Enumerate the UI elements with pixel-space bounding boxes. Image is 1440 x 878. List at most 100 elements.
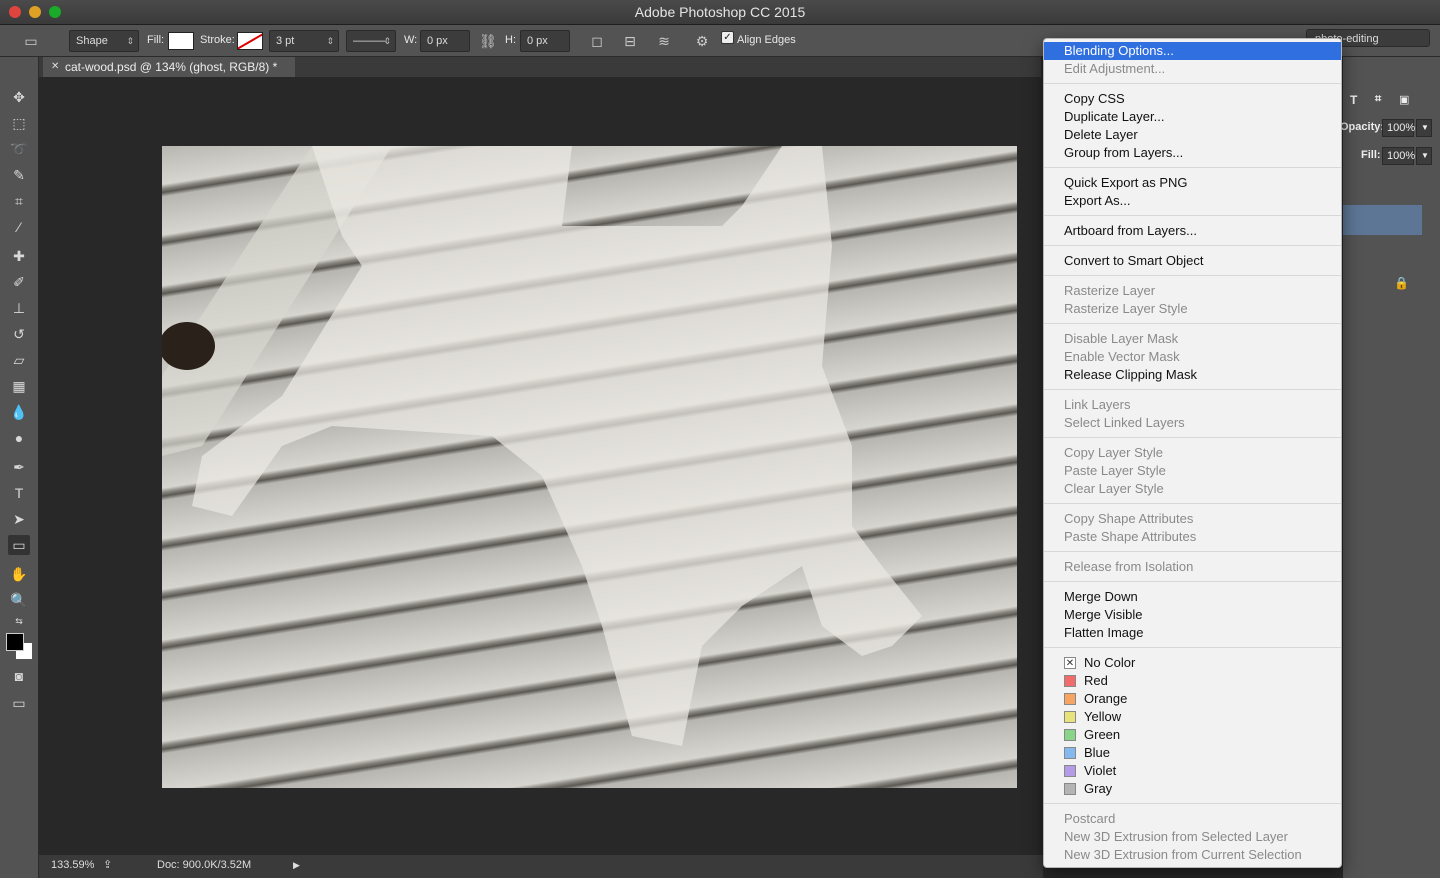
selected-layer-row[interactable]	[1343, 205, 1422, 235]
menu-item-clear-layer-style: Clear Layer Style	[1064, 481, 1164, 496]
document-canvas[interactable]	[162, 146, 1017, 788]
menu-item-export-as[interactable]: Export As...	[1044, 192, 1341, 210]
eyedropper-tool-icon[interactable]: ⁄	[8, 217, 30, 237]
fill-dropdown-icon[interactable]: ▼	[1416, 147, 1432, 165]
pen-tool-icon[interactable]: ✒	[8, 457, 30, 477]
quick-selection-tool-icon[interactable]: ✎	[8, 165, 30, 185]
crop-tool-icon[interactable]: ⌗	[8, 191, 30, 211]
width-field[interactable]: 0 px	[420, 30, 470, 52]
close-tab-icon[interactable]: ✕	[51, 57, 59, 77]
type-tool-icon[interactable]: T	[8, 483, 30, 503]
filter-smart-object-icon[interactable]: ▣	[1399, 93, 1409, 106]
gear-icon[interactable]: ⚙	[693, 32, 711, 50]
filter-type-icon[interactable]: T	[1350, 93, 1357, 107]
stroke-swatch[interactable]	[237, 32, 263, 50]
eraser-tool-icon[interactable]: ▱	[8, 350, 30, 370]
menu-item-flatten-image[interactable]: Flatten Image	[1044, 624, 1341, 642]
path-arrangement-icon[interactable]: ≋	[655, 32, 673, 50]
menu-item-convert-to-smart-object[interactable]: Convert to Smart Object	[1044, 252, 1341, 270]
fill-field[interactable]: 100%	[1382, 147, 1415, 165]
menu-item-blending-options[interactable]: Blending Options...	[1044, 42, 1341, 60]
lasso-tool-icon[interactable]: ➰	[8, 139, 30, 159]
height-field[interactable]: 0 px	[520, 30, 570, 52]
foreground-color-swatch[interactable]	[6, 633, 24, 651]
menu-item-select-linked-layers: Select Linked Layers	[1064, 415, 1185, 430]
fill-label-panel: Fill:	[1361, 149, 1381, 161]
align-edges-label: Align Edges	[737, 34, 796, 46]
menu-item-merge-visible[interactable]: Merge Visible	[1044, 606, 1341, 624]
menu-item-no-color[interactable]: ✕ No Color	[1044, 654, 1341, 672]
menu-item-copy-shape-attributes: Copy Shape Attributes	[1064, 511, 1194, 526]
opacity-label: Opacity:	[1340, 121, 1385, 133]
menu-item-postcard: Postcard	[1064, 811, 1116, 826]
hand-tool-icon[interactable]: ✋	[8, 564, 30, 584]
menu-item-gray[interactable]: Gray	[1044, 780, 1341, 798]
swap-colors-icon[interactable]: ⇆	[8, 611, 30, 631]
color-swatch-icon	[1064, 729, 1076, 741]
menu-item-new-3d-extrusion-from-current-selection: New 3D Extrusion from Current Selection	[1064, 847, 1302, 862]
menu-item-release-clipping-mask[interactable]: Release Clipping Mask	[1044, 366, 1341, 384]
status-menu-arrow-icon[interactable]: ▶	[293, 855, 300, 875]
menu-item-delete-layer[interactable]: Delete Layer	[1044, 126, 1341, 144]
screen-mode-icon[interactable]: ▭	[8, 693, 30, 713]
menu-item-violet[interactable]: Violet	[1044, 762, 1341, 780]
path-operations-icon[interactable]: ◻	[588, 32, 606, 50]
menu-separator	[1044, 581, 1341, 582]
healing-brush-tool-icon[interactable]: ✚	[8, 246, 30, 266]
height-label: H:	[505, 34, 516, 46]
brush-tool-icon[interactable]: ✐	[8, 272, 30, 292]
opacity-field[interactable]: 100%	[1382, 119, 1415, 137]
gradient-tool-icon[interactable]: ▦	[8, 376, 30, 396]
quick-mask-icon[interactable]: ◙	[8, 666, 30, 686]
path-selection-tool-icon[interactable]: ➤	[8, 509, 30, 529]
menu-item-merge-down[interactable]: Merge Down	[1044, 588, 1341, 606]
zoom-level[interactable]: 133.59%	[51, 855, 94, 875]
fill-label: Fill:	[147, 34, 165, 46]
menu-item-artboard-from-layers[interactable]: Artboard from Layers...	[1044, 222, 1341, 240]
doc-info[interactable]: Doc: 900.0K/3.52M	[157, 855, 251, 875]
menu-item-yellow[interactable]: Yellow	[1044, 708, 1341, 726]
dodge-tool-icon[interactable]: ●	[8, 428, 30, 448]
menu-item-disable-layer-mask: Disable Layer Mask	[1064, 331, 1179, 346]
document-tab[interactable]: ✕ cat-wood.psd @ 134% (ghost, RGB/8) *	[43, 57, 295, 77]
shape-mode-select[interactable]: Shape	[69, 30, 139, 52]
link-icon[interactable]: ⛓	[479, 32, 497, 50]
move-tool-icon[interactable]: ✥	[8, 87, 30, 107]
align-edges-checkbox[interactable]: ✓	[721, 31, 734, 44]
menu-item-paste-shape-attributes: Paste Shape Attributes	[1064, 529, 1197, 544]
color-swatch-icon	[1064, 747, 1076, 759]
layer-context-menu: Blending Options... Edit Adjustment... Cop…	[1043, 38, 1342, 868]
stroke-type-select[interactable]: ———	[346, 30, 396, 52]
menu-separator	[1044, 275, 1341, 276]
menu-item-copy-css[interactable]: Copy CSS	[1044, 90, 1341, 108]
menu-item-new-3d-extrusion-from-selected-layer: New 3D Extrusion from Selected Layer	[1064, 829, 1288, 844]
menu-item-red[interactable]: Red	[1044, 672, 1341, 690]
menu-item-copy-layer-style: Copy Layer Style	[1064, 445, 1163, 460]
clone-stamp-tool-icon[interactable]: ⊥	[8, 298, 30, 318]
menu-item-blue[interactable]: Blue	[1044, 744, 1341, 762]
rectangle-tool-preset-icon[interactable]: ▭	[22, 32, 40, 50]
history-brush-tool-icon[interactable]: ↺	[8, 324, 30, 344]
menu-item-duplicate-layer[interactable]: Duplicate Layer...	[1044, 108, 1341, 126]
blur-tool-icon[interactable]: 💧	[8, 402, 30, 422]
menu-item-rasterize-layer: Rasterize Layer	[1064, 283, 1156, 298]
filter-shape-icon[interactable]: ⌗	[1375, 93, 1381, 106]
status-bar: 133.59% ⇪ Doc: 900.0K/3.52M ▶	[39, 855, 1043, 878]
stroke-width-field[interactable]: 3 pt	[269, 30, 339, 52]
zoom-tool-icon[interactable]: 🔍	[8, 590, 30, 610]
marquee-tool-icon[interactable]: ⬚	[8, 113, 30, 133]
menu-item-green[interactable]: Green	[1044, 726, 1341, 744]
path-alignment-icon[interactable]: ⊟	[621, 32, 639, 50]
share-icon[interactable]: ⇪	[103, 855, 112, 875]
menu-item-group-from-layers[interactable]: Group from Layers...	[1044, 144, 1341, 162]
menu-item-rasterize-layer-style: Rasterize Layer Style	[1064, 301, 1188, 316]
rectangle-tool-icon[interactable]: ▭	[8, 535, 30, 555]
menu-separator	[1044, 551, 1341, 552]
title-bar: Adobe Photoshop CC 2015	[0, 0, 1440, 25]
menu-separator	[1044, 803, 1341, 804]
color-swatch-icon	[1064, 783, 1076, 795]
menu-item-orange[interactable]: Orange	[1044, 690, 1341, 708]
menu-item-quick-export-as-png[interactable]: Quick Export as PNG	[1044, 174, 1341, 192]
fill-swatch[interactable]	[168, 32, 194, 50]
opacity-dropdown-icon[interactable]: ▼	[1416, 119, 1432, 137]
